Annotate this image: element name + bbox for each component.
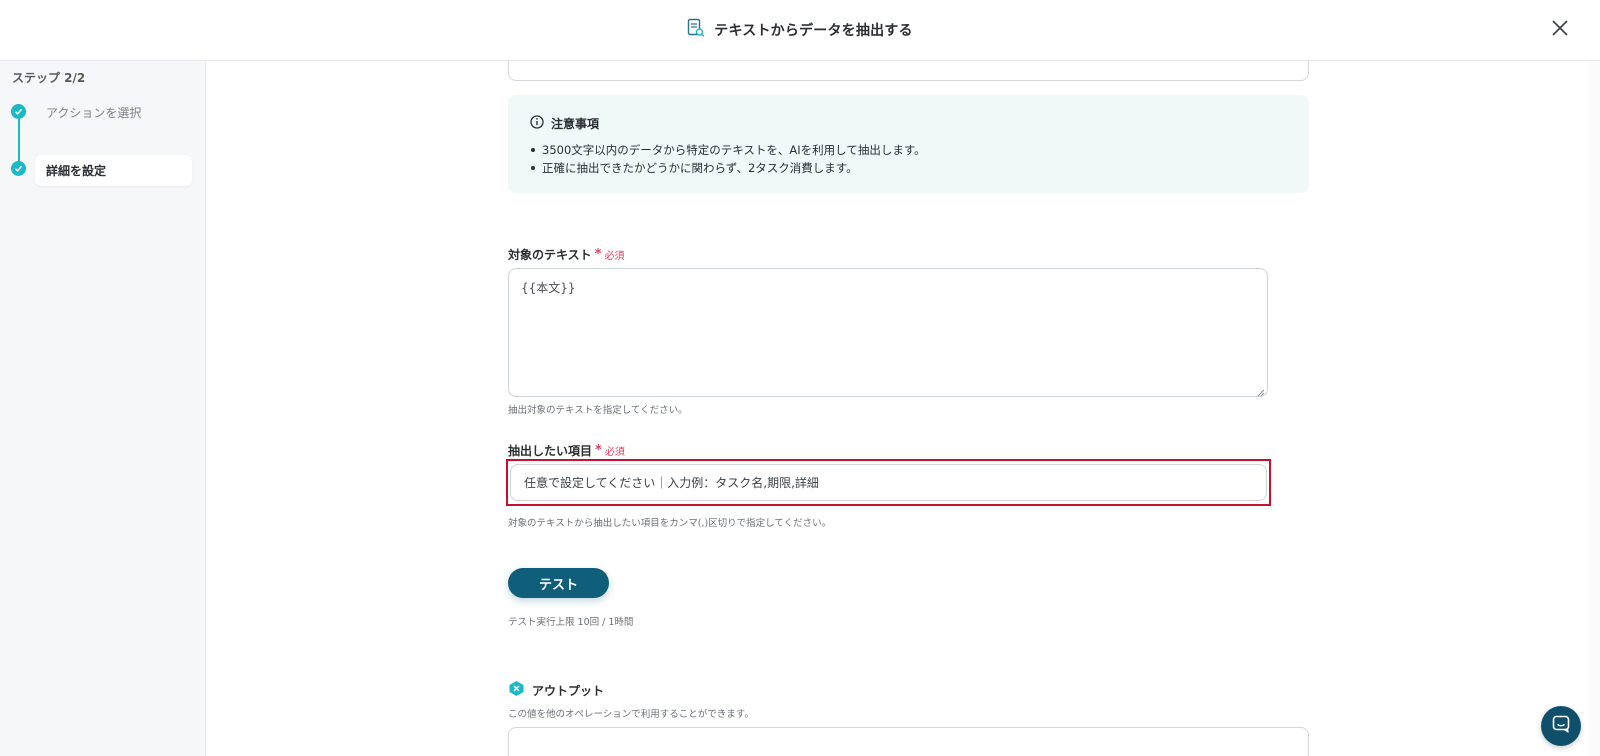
app-window: テキストからデータを抽出する ステップ 2/2 アクションを選択 詳細を設定 注… xyxy=(0,0,1600,756)
test-button[interactable]: テスト xyxy=(508,568,609,598)
field-label-text: 抽出したい項目 xyxy=(508,444,593,458)
extract-items-input[interactable] xyxy=(510,464,1267,501)
required-star: * xyxy=(595,443,602,458)
notice-title: 注意事項 xyxy=(551,117,600,131)
step-sidebar: ステップ 2/2 アクションを選択 詳細を設定 xyxy=(0,61,206,756)
resize-handle-icon[interactable] xyxy=(1257,386,1265,397)
notice-panel: 注意事項 3500文字以内のデータから特定のテキストを、AIを利用して抽出します… xyxy=(508,95,1309,193)
output-title: アウトプット xyxy=(532,684,605,698)
notice-header: 注意事項 xyxy=(530,114,1287,133)
target-text-help: 抽出対象のテキストを指定してください。 xyxy=(508,405,688,416)
sidebar-item-label: 詳細を設定 xyxy=(46,164,107,178)
check-circle-icon xyxy=(11,161,26,176)
output-box[interactable] xyxy=(508,727,1309,756)
step-counter: ステップ 2/2 xyxy=(12,71,86,85)
textarea-value: {{本文}} xyxy=(521,281,576,295)
close-icon[interactable] xyxy=(1551,19,1569,41)
notice-list: 3500文字以内のデータから特定のテキストを、AIを利用して抽出します。 正確に… xyxy=(530,141,1287,177)
previous-field-box[interactable] xyxy=(508,61,1309,81)
document-search-icon xyxy=(687,18,705,42)
chat-icon[interactable] xyxy=(1551,714,1571,738)
target-text-textarea[interactable]: {{本文}} xyxy=(508,268,1268,397)
required-badge: 必須 xyxy=(604,251,625,262)
chat-support-button[interactable] xyxy=(1541,706,1581,746)
close-button[interactable] xyxy=(1546,16,1574,44)
sidebar-item-select-action[interactable]: アクションを選択 xyxy=(46,104,141,121)
sidebar-item-detail-settings[interactable]: 詳細を設定 xyxy=(35,155,192,186)
modal-header: テキストからデータを抽出する xyxy=(0,0,1600,61)
settings-form: 注意事項 3500文字以内のデータから特定のテキストを、AIを利用して抽出します… xyxy=(207,61,1600,756)
extract-items-help: 対象のテキストから抽出したい項目をカンマ(,)区切りで指定してください。 xyxy=(508,518,832,529)
output-description: この値を他のオペレーションで利用することができます。 xyxy=(508,709,754,720)
page-title: テキストからデータを抽出する xyxy=(714,23,913,39)
output-header: アウトプット xyxy=(508,680,604,701)
test-limit-text: テスト実行上限 10回 / 1時間 xyxy=(508,617,634,628)
info-icon xyxy=(530,114,544,133)
output-x-icon xyxy=(508,680,525,701)
notice-item: 正確に抽出できたかどうかに関わらず、2タスク消費します。 xyxy=(530,159,1287,177)
scrollbar[interactable] xyxy=(1588,61,1600,756)
header-title-group: テキストからデータを抽出する xyxy=(687,18,912,42)
required-badge: 必須 xyxy=(604,447,625,458)
required-star: * xyxy=(594,247,602,262)
highlight-frame xyxy=(506,459,1271,506)
check-circle-icon xyxy=(11,104,26,119)
notice-item: 3500文字以内のデータから特定のテキストを、AIを利用して抽出します。 xyxy=(530,141,1287,159)
target-text-label: 対象のテキスト * 必須 xyxy=(508,246,624,263)
extract-items-label: 抽出したい項目 * 必須 xyxy=(508,442,625,459)
field-label-text: 対象のテキスト xyxy=(508,248,592,262)
